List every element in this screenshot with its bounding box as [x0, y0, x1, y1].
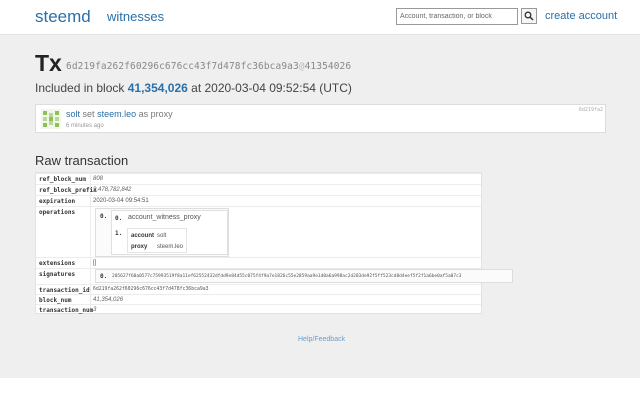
help-feedback-link[interactable]: Help/Feedback	[298, 336, 345, 343]
included-prefix: Included in block	[35, 81, 125, 95]
row-value: 3,478,782,842	[93, 187, 132, 193]
included-in-block: Included in block 41,354,026 at 2020-03-…	[35, 81, 352, 95]
table-row: ref_block_prefix 3,478,782,842	[36, 184, 481, 195]
tx-hash-block: 41354026	[304, 61, 352, 72]
operation-index: 0.	[100, 213, 108, 220]
row-key: ref_block_num	[39, 176, 86, 183]
row-value: 2020-03-04 09:54:51	[93, 198, 149, 204]
nav-witnesses-link[interactable]: witnesses	[107, 9, 164, 24]
row-value: 41,354,026	[93, 297, 124, 303]
table-row: block_num 41,354,026	[36, 294, 481, 304]
operation-payload-index: 1.	[115, 230, 123, 237]
row-key: operations	[39, 209, 76, 216]
top-navigation-bar: steemd witnesses create account	[0, 0, 640, 35]
row-value: []	[93, 260, 97, 266]
op-target-link[interactable]: steem.leo	[97, 109, 136, 119]
operation-payload: account solt proxy steem.leo	[127, 228, 187, 253]
row-key: expiration	[39, 198, 76, 205]
page-title: Tx	[35, 50, 62, 76]
search-icon	[524, 11, 534, 21]
search-input[interactable]	[396, 8, 518, 25]
operation-card: solt set steem.leo as proxy 6 minutes ag…	[35, 104, 606, 133]
tx-hash-value: 6d219fa262f60296c676cc43f7d478fc36bca9a3	[66, 61, 299, 72]
signatures-list: 0. 205627f60a0577c75993519f8a11ef6255243…	[95, 269, 513, 283]
operation-name: account_witness_proxy	[128, 214, 201, 221]
payload-value: steem.leo	[157, 244, 184, 250]
row-key: ref_block_prefix	[39, 187, 97, 194]
row-key: transaction_num	[39, 307, 94, 314]
table-row: extensions []	[36, 257, 481, 268]
row-key: transaction_id	[39, 287, 90, 294]
operations-list: 0. 0. account_witness_proxy 1. account s…	[95, 208, 229, 257]
table-row: ref_block_num 808	[36, 173, 481, 184]
signature-index: 0.	[100, 273, 108, 280]
table-row: transaction_num 3	[36, 304, 481, 315]
payload-key: account	[131, 233, 155, 239]
row-value: 808	[93, 176, 104, 182]
op-suffix: as proxy	[138, 109, 173, 119]
row-value: 3	[93, 307, 97, 313]
table-row: transaction_id 6d219fa262f60296c676cc43f…	[36, 284, 481, 294]
logo-link[interactable]: steemd	[35, 7, 91, 27]
payload-key: proxy	[131, 244, 148, 250]
row-key: block_num	[39, 297, 72, 304]
raw-transaction-table: ref_block_num 808 ref_block_prefix 3,478…	[35, 172, 513, 315]
raw-transaction-title: Raw transaction	[35, 153, 129, 168]
row-value: 6d219fa262f60296c676cc43f7d478fc36bca9a3	[93, 287, 209, 292]
op-action: set	[82, 109, 95, 119]
op-time: 6 minutes ago	[66, 123, 104, 129]
op-id: 6d219fa2	[578, 107, 603, 113]
block-link[interactable]: 41,354,026	[128, 81, 188, 95]
row-key: signatures	[39, 271, 76, 278]
operation-description: solt set steem.leo as proxy	[66, 109, 173, 119]
table-row: expiration 2020-03-04 09:54:51	[36, 195, 481, 206]
operation-name-index: 0.	[115, 215, 123, 222]
operation-entry: 0. account_witness_proxy 1. account solt…	[111, 210, 228, 255]
create-account-link[interactable]: create account	[545, 10, 617, 22]
avatar-icon	[41, 109, 61, 129]
signature-value: 205627f60a0577c75993519f8a11ef62552432df…	[112, 274, 462, 279]
row-key: extensions	[39, 260, 76, 267]
footer-band	[0, 378, 640, 402]
tx-hash: 6d219fa262f60296c676cc43f7d478fc36bca9a3…	[66, 61, 351, 72]
payload-value: solt	[157, 233, 167, 239]
op-user-link[interactable]: solt	[66, 109, 80, 119]
search-button[interactable]	[521, 8, 537, 24]
included-timestamp: at 2020-03-04 09:52:54 (UTC)	[191, 81, 352, 95]
